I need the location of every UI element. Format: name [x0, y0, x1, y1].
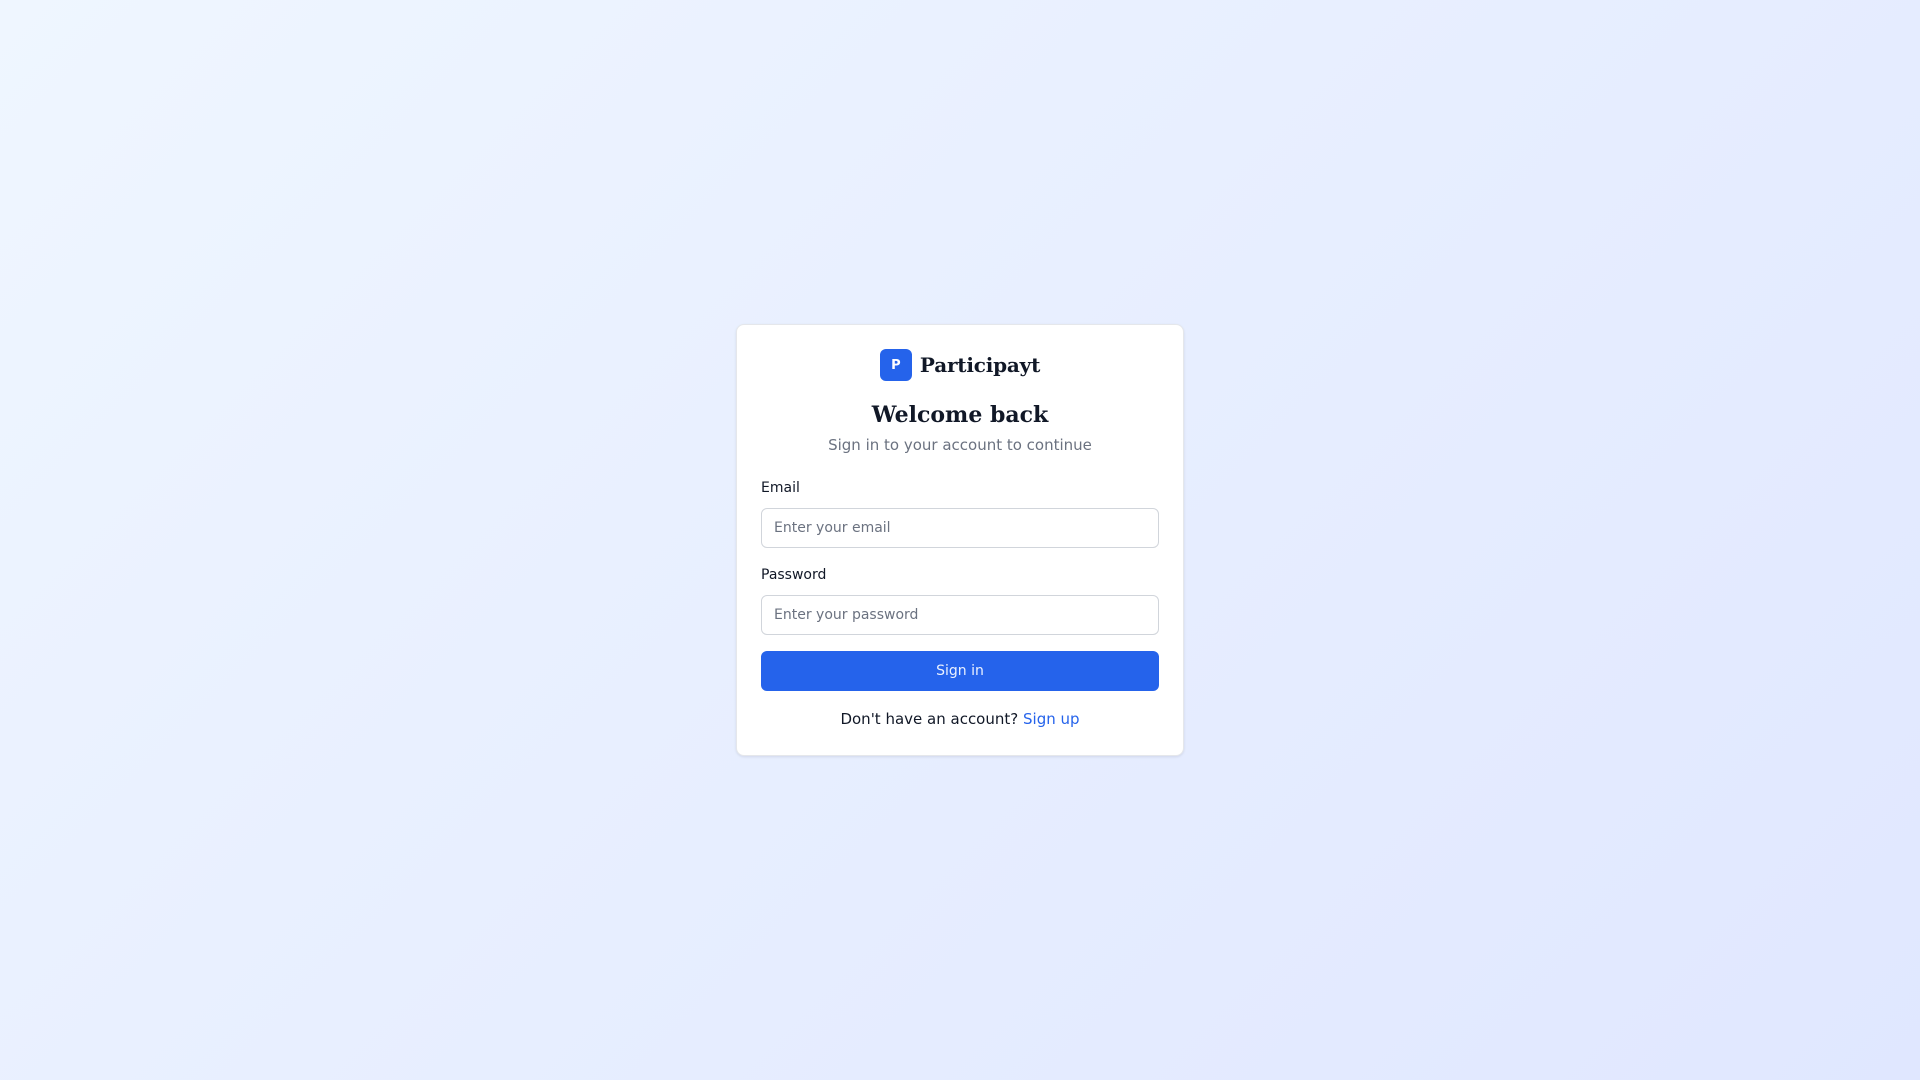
sign-in-form: Email Password Sign in — [761, 479, 1159, 691]
brand-logo-icon: P — [879, 349, 912, 381]
page-title: Welcome back — [871, 402, 1049, 428]
signup-prompt: Don't have an account? Sign up — [761, 709, 1159, 729]
brand: P Participayt — [761, 349, 1159, 381]
password-input[interactable] — [761, 595, 1159, 635]
email-input[interactable] — [761, 508, 1159, 548]
password-label: Password — [761, 567, 827, 583]
login-card: P Participayt Welcome back Sign in to yo… — [736, 324, 1184, 756]
brand-name: Participayt — [919, 353, 1041, 377]
email-label: Email — [761, 480, 800, 496]
sign-up-link[interactable]: Sign up — [1023, 710, 1080, 728]
signup-prompt-text: Don't have an account? — [840, 710, 1019, 728]
email-field-group: Email — [761, 479, 1159, 548]
page-subtitle: Sign in to your account to continue — [828, 436, 1092, 454]
password-field-group: Password — [761, 566, 1159, 635]
sign-in-button[interactable]: Sign in — [761, 651, 1159, 691]
